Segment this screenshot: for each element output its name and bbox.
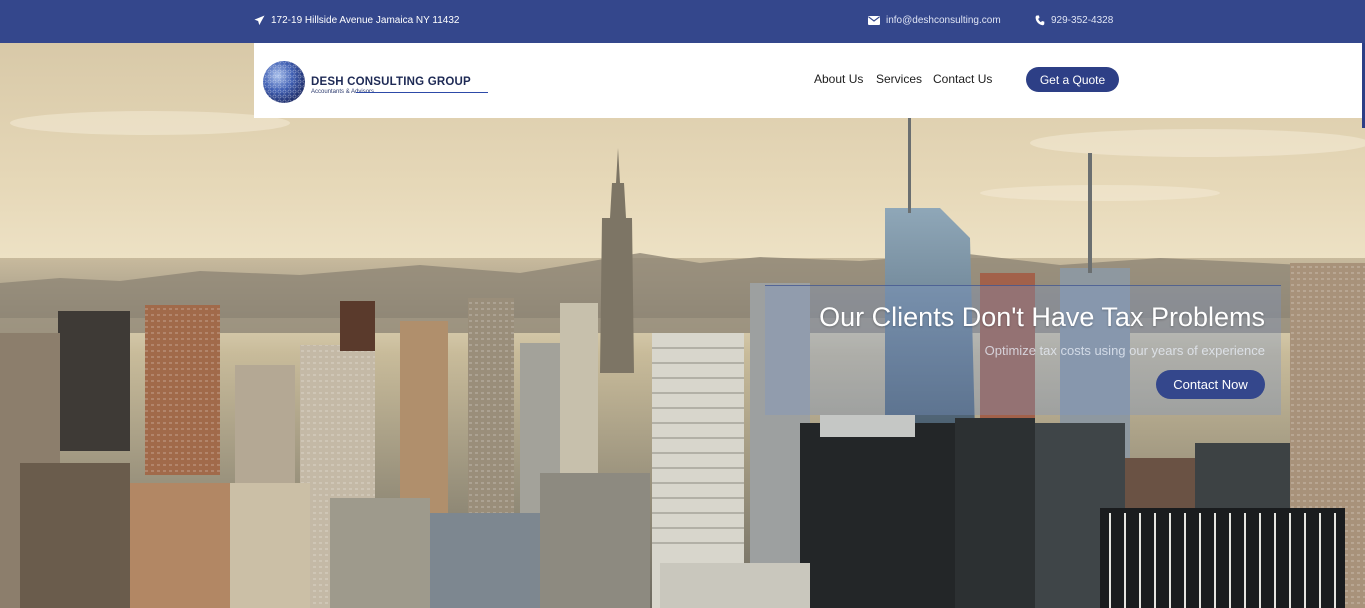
paper-plane-icon [254, 15, 265, 26]
site-header: DESH CONSULTING GROUP Accountants & Advi… [254, 43, 1365, 118]
phone-link[interactable]: 929-352-4328 [1051, 15, 1113, 26]
hero-caption: Our Clients Don't Have Tax Problems Opti… [765, 285, 1281, 415]
hero-subtitle: Optimize tax costs using our years of ex… [984, 343, 1265, 358]
company-logo[interactable]: DESH CONSULTING GROUP Accountants & Advi… [262, 59, 492, 107]
nav-services[interactable]: Services [876, 72, 922, 86]
envelope-icon [868, 16, 880, 25]
address-text: 172-19 Hillside Avenue Jamaica NY 11432 [271, 15, 460, 26]
company-name: DESH CONSULTING GROUP [311, 76, 471, 88]
get-a-quote-button[interactable]: Get a Quote [1026, 67, 1119, 92]
phone-icon [1035, 15, 1045, 26]
contact-now-button[interactable]: Contact Now [1156, 370, 1265, 399]
top-info-bar: 172-19 Hillside Avenue Jamaica NY 11432 … [0, 0, 1365, 43]
company-name-part1: DESH CONSULTING [311, 76, 425, 88]
tagline-rule [356, 92, 488, 93]
phone-item[interactable]: 929-352-4328 [1035, 15, 1113, 26]
globe-logo-icon [263, 61, 305, 103]
email-link[interactable]: info@deshconsulting.com [886, 15, 1001, 26]
company-name-part2: GROUP [424, 76, 471, 88]
address-item: 172-19 Hillside Avenue Jamaica NY 11432 [254, 15, 459, 26]
nav-about-us[interactable]: About Us [814, 72, 863, 86]
hero-title: Our Clients Don't Have Tax Problems [819, 302, 1265, 332]
nav-contact-us[interactable]: Contact Us [933, 72, 992, 86]
email-item[interactable]: info@deshconsulting.com [868, 15, 1001, 26]
